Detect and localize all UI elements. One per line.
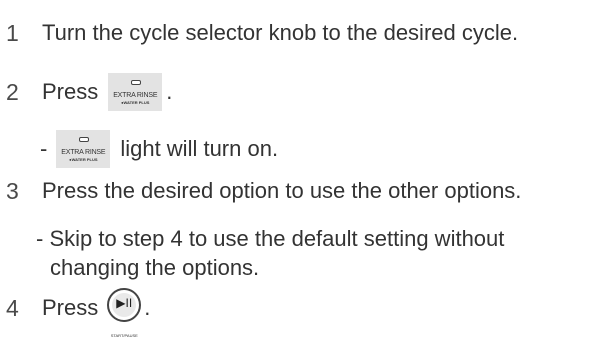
step-1-text: Turn the cycle selector knob to the desi… <box>42 20 519 45</box>
step-1: 1 Turn the cycle selector knob to the de… <box>0 20 518 46</box>
step-4: 4 Press ▶II START/PAUSE . <box>0 288 151 338</box>
step-3: 3 Press the desired option to use the ot… <box>0 178 521 204</box>
water-plus-label: ●WATER PLUS <box>69 157 98 162</box>
step-4-number: 4 <box>6 295 19 321</box>
step-2-note: - EXTRA RINSE ●WATER PLUS light will tur… <box>40 130 278 168</box>
step-2-note-dash: - <box>40 136 48 161</box>
step-3-number: 3 <box>6 178 19 204</box>
step-2-text: Press <box>42 79 99 104</box>
extra-rinse-button-icon: EXTRA RINSE ●WATER PLUS <box>56 130 111 168</box>
step-2-period: . <box>166 79 173 104</box>
step-3-text: Press the desired option to use the othe… <box>42 178 522 203</box>
extra-rinse-button-icon: EXTRA RINSE ●WATER PLUS <box>108 73 163 111</box>
step-4-period: . <box>144 295 151 320</box>
start-pause-button-icon: ▶II START/PAUSE <box>104 288 144 338</box>
step-3-note-line-1: - Skip to step 4 to use the default sett… <box>36 226 505 251</box>
play-pause-icon: ▶II <box>116 296 133 310</box>
start-pause-label: START/PAUSE <box>110 333 138 338</box>
step-4-text: Press <box>42 295 99 320</box>
water-plus-label: ●WATER PLUS <box>121 100 150 105</box>
extra-rinse-label: EXTRA RINSE <box>61 149 106 156</box>
extra-rinse-label: EXTRA RINSE <box>113 92 158 99</box>
step-2: 2 Press EXTRA RINSE ●WATER PLUS . <box>0 73 172 111</box>
step-3-note-line-2: changing the options. <box>50 255 260 280</box>
indicator-light-icon <box>79 137 90 142</box>
step-2-note-text: light will turn on. <box>120 136 279 161</box>
indicator-light-icon <box>131 80 142 85</box>
step-2-number: 2 <box>6 79 19 105</box>
step-1-number: 1 <box>6 20 19 46</box>
